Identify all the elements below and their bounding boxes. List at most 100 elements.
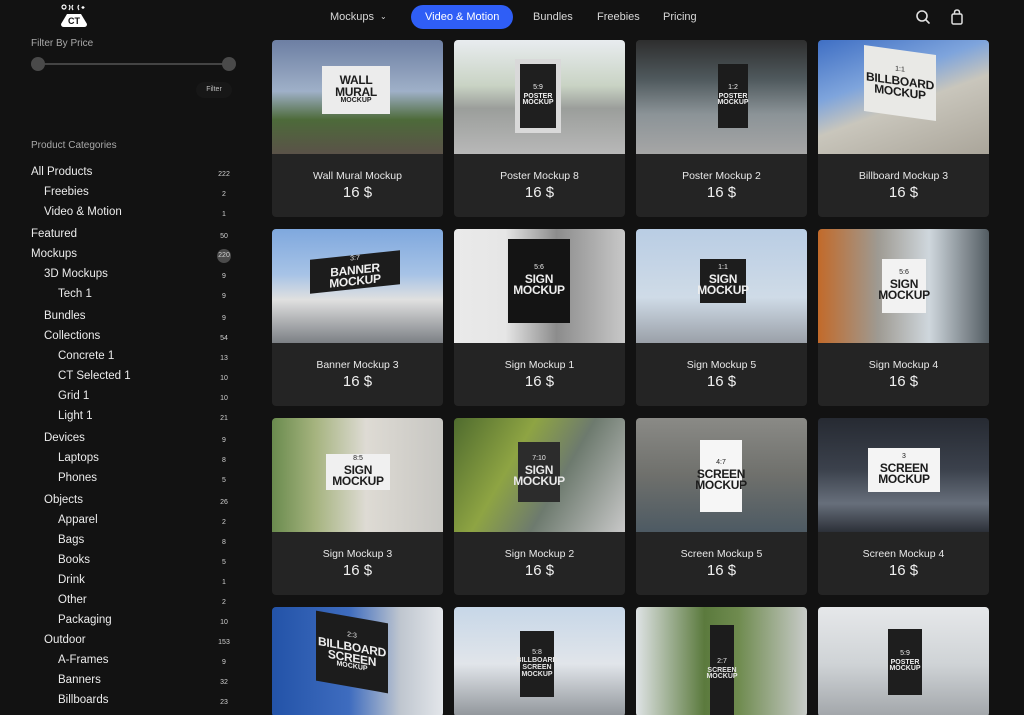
category-count: 50 [220,233,228,240]
product-card[interactable]: 5:6 SIGN MOCKUP Sign Mockup 4 16 $ [818,229,989,406]
mockup-line: BANNER MOCKUP [329,260,381,292]
product-thumbnail[interactable]: 1:1 BILLBOARD MOCKUP [818,40,989,154]
product-thumbnail[interactable]: 5:6 SIGN MOCKUP [454,229,625,343]
category-item[interactable]: Drink 1 [0,572,250,592]
product-title: Billboard Mockup 3 [858,170,949,182]
category-item[interactable]: Featured 50 [0,226,250,246]
category-item[interactable]: Laptops 8 [0,450,250,470]
mockup-ratio: 4:7 [716,459,726,467]
product-price: 16 $ [342,184,373,201]
mockup-ratio: 5:6 [534,264,544,272]
category-item[interactable]: Packaging 10 [0,612,250,632]
product-thumbnail[interactable]: 3:7 BANNER MOCKUP [272,229,443,343]
product-card[interactable]: 5:9 POSTER MOCKUP [818,607,989,715]
category-item[interactable]: Banners 32 [0,672,250,692]
category-item[interactable]: Concrete 1 13 [0,348,250,368]
cart-button[interactable] [948,8,966,26]
product-thumbnail[interactable]: 5:8 BILLBOARD SCREEN MOCKUP [454,607,625,715]
product-thumbnail[interactable]: 4:7 SCREEN MOCKUP [636,418,807,532]
product-card[interactable]: 5:6 SIGN MOCKUP Sign Mockup 1 16 $ [454,229,625,406]
nav-pricing[interactable]: Pricing [663,5,697,29]
category-item[interactable]: A-Frames 9 [0,652,250,672]
category-item[interactable]: CT Selected 1 10 [0,368,250,388]
nav-mockups-label: Mockups [330,11,375,23]
search-button[interactable] [914,8,932,26]
category-item[interactable]: Billboards 23 [0,692,250,712]
nav-mockups[interactable]: Mockups ⌄ [330,5,387,29]
category-item[interactable]: Freebies 2 [0,184,250,204]
category-item[interactable]: Grid 1 10 [0,388,250,408]
product-thumbnail[interactable]: 3 SCREEN MOCKUP [818,418,989,532]
product-thumbnail[interactable]: 1:2 POSTER MOCKUP [636,40,807,154]
top-navigation-bar: CT Mockups ⌄ Video & Motion Bundles Freeb… [0,0,1024,34]
product-card[interactable]: 8:5 SIGN MOCKUP Sign Mockup 3 16 $ [272,418,443,595]
nav-video-motion[interactable]: Video & Motion [411,5,514,29]
product-thumbnail[interactable]: WALL MURAL MOCKUP [272,40,443,154]
product-thumbnail[interactable]: 5:9 POSTER MOCKUP [454,40,625,154]
product-card[interactable]: 5:9 POSTER MOCKUP Poster Mockup 8 16 $ [454,40,625,217]
category-item[interactable]: Outdoor 153 [0,632,250,652]
filter-button[interactable]: Filter [196,82,232,98]
mockup-ratio: 5:8 [532,648,542,656]
category-count: 5 [222,559,226,566]
product-thumbnail[interactable]: 2:3 BILLBOARD SCREEN MOCKUP [272,607,443,715]
category-item[interactable]: Collections 54 [0,328,250,348]
product-card[interactable]: 7:10 SIGN MOCKUP Sign Mockup 2 16 $ [454,418,625,595]
category-count: 32 [220,679,228,686]
product-card[interactable]: 1:2 POSTER MOCKUP Poster Mockup 2 16 $ [636,40,807,217]
category-item[interactable]: Bags 8 [0,532,250,552]
category-item[interactable]: Mockups 220 [0,246,250,266]
nav-freebies-label: Freebies [597,11,640,23]
category-item[interactable]: Books 5 [0,552,250,572]
slider-min-handle[interactable] [31,57,45,71]
product-price: 16 $ [524,373,555,390]
product-thumbnail[interactable]: 8:5 SIGN MOCKUP [272,418,443,532]
category-item[interactable]: Light 1 21 [0,408,250,428]
product-card[interactable]: 5:8 BILLBOARD SCREEN MOCKUP [454,607,625,715]
product-card[interactable]: 4:7 SCREEN MOCKUP Screen Mockup 5 16 $ [636,418,807,595]
category-item[interactable]: Bundles 9 [0,308,250,328]
slider-max-handle[interactable] [222,57,236,71]
product-card[interactable]: 1:1 BILLBOARD MOCKUP Billboard Mockup 3 16 $ [818,40,989,217]
category-item[interactable]: All Products 222 [0,164,250,184]
category-item[interactable]: Objects 26 [0,492,250,512]
category-label: Mockups [31,248,78,260]
category-item[interactable]: Devices 9 [0,430,250,450]
product-card[interactable]: 2:7 SCREEN MOCKUP [636,607,807,715]
mockup-line: MOCKUP [878,288,930,303]
product-card[interactable]: 2:3 BILLBOARD SCREEN MOCKUP [272,607,443,715]
product-price: 16 $ [524,562,555,579]
product-thumbnail[interactable]: 1:1 SIGN MOCKUP [636,229,807,343]
category-item[interactable]: Tech 1 9 [0,286,250,306]
product-thumbnail[interactable]: 7:10 SIGN MOCKUP [454,418,625,532]
mockup-ratio: 5:9 [533,84,543,92]
mockup-line: SIGN MOCKUP [332,462,384,489]
product-thumbnail[interactable]: 2:7 SCREEN MOCKUP [636,607,807,715]
category-item[interactable]: Video & Motion 1 [0,204,250,224]
product-title: Banner Mockup 3 [316,359,399,371]
category-count: 5 [222,477,226,484]
category-label: Devices [44,432,85,444]
category-item[interactable]: Phones 5 [0,470,250,490]
category-item[interactable]: Apparel 2 [0,512,250,532]
product-card[interactable]: WALL MURAL MOCKUP Wall Mural Mockup 16 $ [272,40,443,217]
product-title: Sign Mockup 5 [686,359,757,371]
category-item[interactable]: Other 2 [0,592,250,612]
product-card[interactable]: 1:1 SIGN MOCKUP Sign Mockup 5 16 $ [636,229,807,406]
product-thumbnail[interactable]: 5:6 SIGN MOCKUP [818,229,989,343]
product-card[interactable]: 3:7 BANNER MOCKUP Banner Mockup 3 16 $ [272,229,443,406]
product-thumbnail[interactable]: 5:9 POSTER MOCKUP [818,607,989,715]
category-count: 9 [222,293,226,300]
category-label: Bags [58,534,85,546]
mockup-ratio: 3 [902,453,906,461]
category-item[interactable]: 3D Mockups 9 [0,266,250,286]
nav-freebies[interactable]: Freebies [597,5,640,29]
product-title: Sign Mockup 4 [868,359,939,371]
nav-bundles[interactable]: Bundles [533,5,573,29]
mockup-ratio: 7:10 [532,455,546,463]
category-label: Apparel [58,514,98,526]
category-count: 9 [222,659,226,666]
category-count: 9 [222,315,226,322]
price-range-slider[interactable] [31,56,236,72]
product-card[interactable]: 3 SCREEN MOCKUP Screen Mockup 4 16 $ [818,418,989,595]
